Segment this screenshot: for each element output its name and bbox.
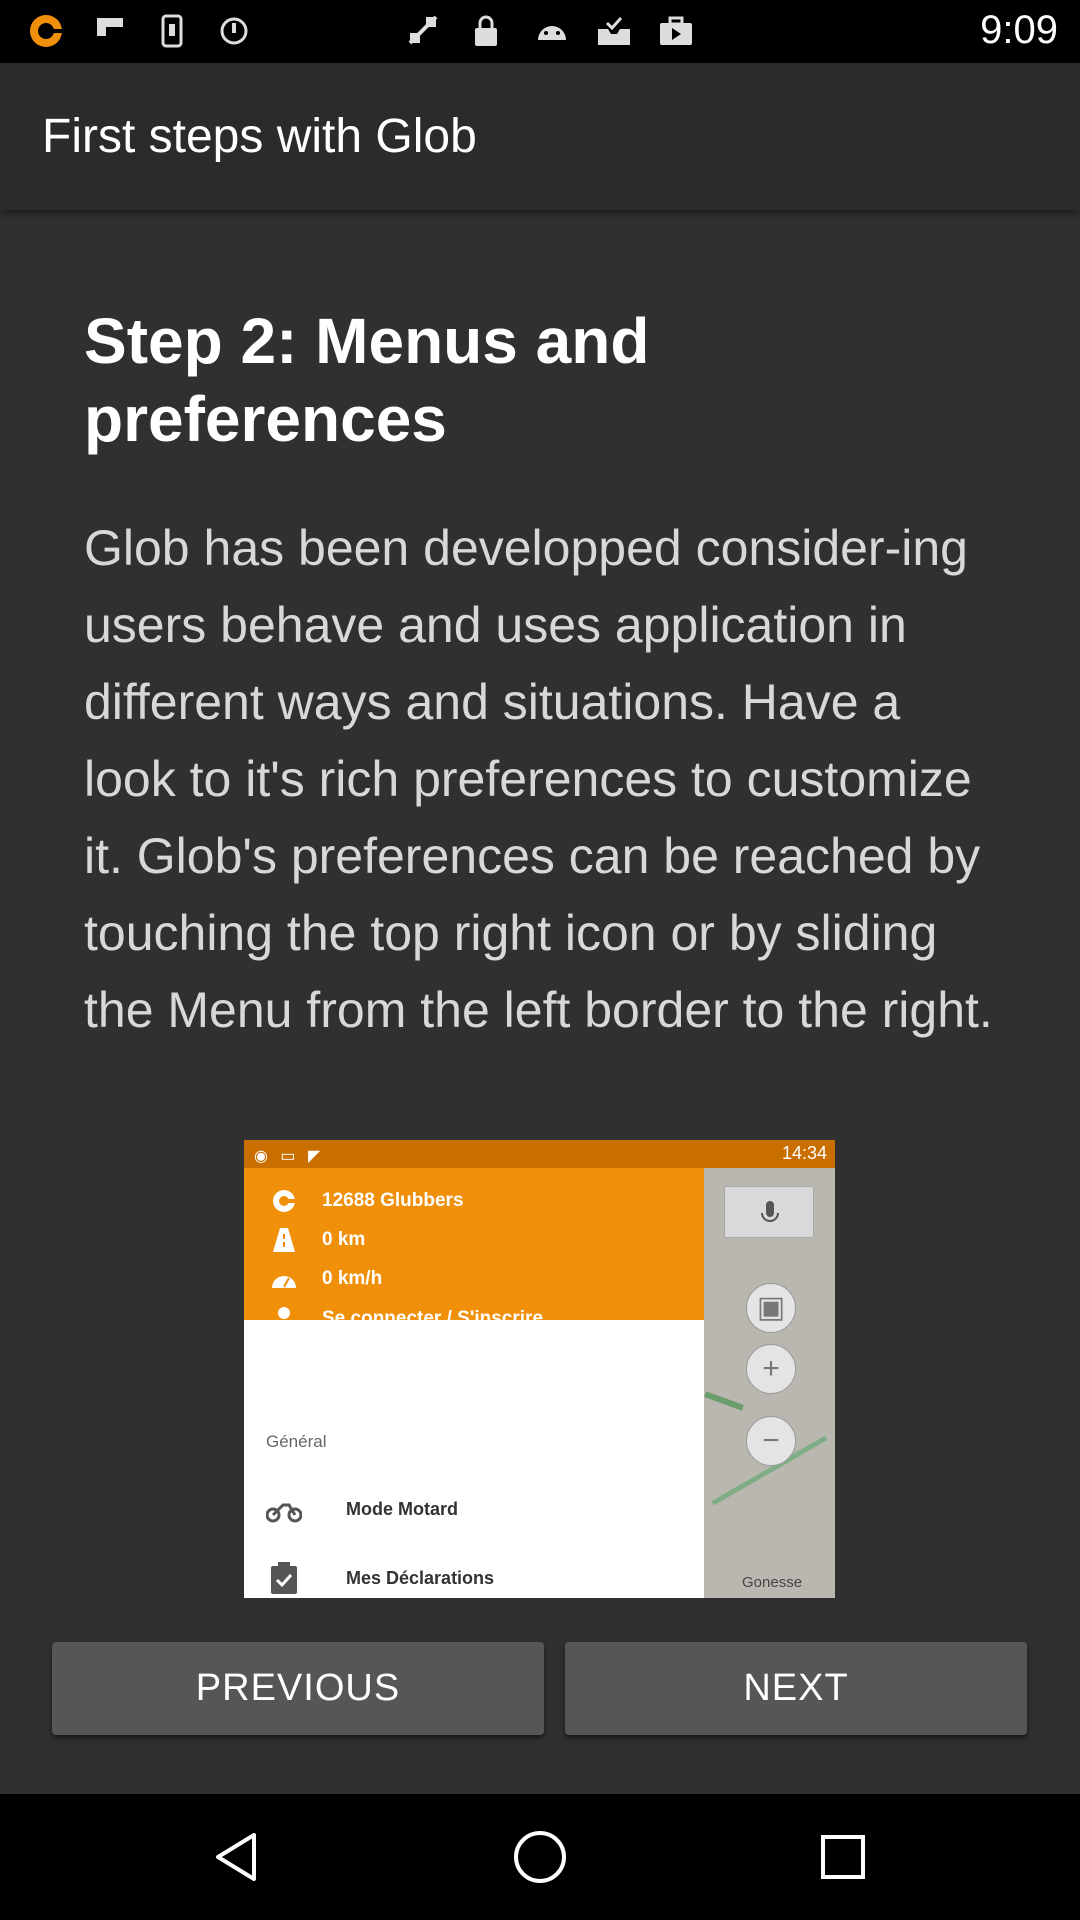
preview-glubbers-count: 12688 Glubbers bbox=[322, 1190, 464, 1211]
preview-header-row: 0 km/h bbox=[270, 1264, 382, 1294]
speedometer-icon bbox=[270, 1265, 298, 1293]
preview-login: Se connecter / S'inscrire bbox=[322, 1308, 544, 1329]
back-icon[interactable] bbox=[200, 1822, 270, 1892]
page-title: First steps with Glob bbox=[42, 110, 477, 163]
next-button[interactable]: NEXT bbox=[565, 1642, 1027, 1735]
preview-header-row: 0 km bbox=[270, 1225, 365, 1255]
user-icon bbox=[270, 1305, 298, 1333]
preview-speed: 0 km/h bbox=[322, 1268, 383, 1289]
sync-icon bbox=[216, 13, 252, 49]
previous-button[interactable]: PREVIOUS bbox=[52, 1642, 544, 1735]
step-description: Glob has been developped consider-ing us… bbox=[84, 520, 993, 1038]
glob-app-icon bbox=[28, 13, 64, 49]
status-bar: 9:09 bbox=[0, 0, 1080, 63]
preview-zoom-in-icon: + bbox=[746, 1344, 796, 1394]
home-icon[interactable] bbox=[505, 1822, 575, 1892]
preview-drawer: 12688 Glubbers 0 km 0 km/h Se connecter … bbox=[244, 1168, 704, 1598]
motorbike-icon bbox=[266, 1491, 302, 1527]
step-title: Step 2: Menus and preferences bbox=[84, 305, 650, 455]
preview-zoom-out-icon: − bbox=[746, 1416, 796, 1466]
preview-map: ▣ + − Gonesse bbox=[704, 1168, 835, 1598]
road-icon bbox=[270, 1226, 298, 1254]
preview-mic-button bbox=[724, 1186, 814, 1238]
preview-header-row: Se connecter / S'inscrire bbox=[270, 1304, 543, 1334]
app-bar: First steps with Glob bbox=[0, 63, 1080, 210]
preview-menu-item: Mode Motard bbox=[266, 1491, 458, 1527]
inbox-check-icon bbox=[596, 13, 632, 49]
navigation-bar bbox=[0, 1794, 1080, 1920]
preview-status-icons: ◉ ▭ ◤ bbox=[254, 1148, 325, 1165]
clipboard-check-icon bbox=[266, 1560, 302, 1596]
recents-icon[interactable] bbox=[808, 1822, 878, 1892]
preview-car-icon: ▣ bbox=[746, 1283, 796, 1333]
flipboard-icon bbox=[92, 13, 128, 49]
preview-status-bar: ◉ ▭ ◤ 14:34 bbox=[244, 1140, 835, 1168]
preview-menu-item-label: Mode Motard bbox=[346, 1498, 458, 1519]
fake-gps-icon bbox=[406, 13, 442, 49]
lock-icon bbox=[468, 13, 504, 49]
preview-map-label: Gonesse bbox=[742, 1574, 803, 1591]
preview-map-road bbox=[704, 1391, 744, 1411]
preview-distance: 0 km bbox=[322, 1229, 366, 1250]
preview-status-time: 14:34 bbox=[781, 1143, 827, 1163]
glob-logo-icon bbox=[270, 1187, 298, 1215]
preview-menu-item-label: Mes Déclarations bbox=[346, 1567, 495, 1588]
preview-screenshot: ◉ ▭ ◤ 14:34 ▣ + − Gonesse 12688 Glubbers bbox=[244, 1140, 835, 1598]
status-time: 9:09 bbox=[980, 8, 1058, 52]
android-icon bbox=[534, 13, 570, 49]
tutorial-content[interactable]: Step 2: Menus and preferences Glob has b… bbox=[0, 210, 1080, 1794]
preview-header-row: 12688 Glubbers bbox=[270, 1186, 464, 1216]
preview-menu-item: Mes Déclarations bbox=[266, 1560, 494, 1596]
preview-drawer-header: 12688 Glubbers 0 km 0 km/h Se connecter … bbox=[244, 1168, 704, 1332]
preview-section-label: Général bbox=[266, 1432, 327, 1451]
phone-settings-icon bbox=[154, 13, 190, 49]
briefcase-icon bbox=[658, 13, 694, 49]
